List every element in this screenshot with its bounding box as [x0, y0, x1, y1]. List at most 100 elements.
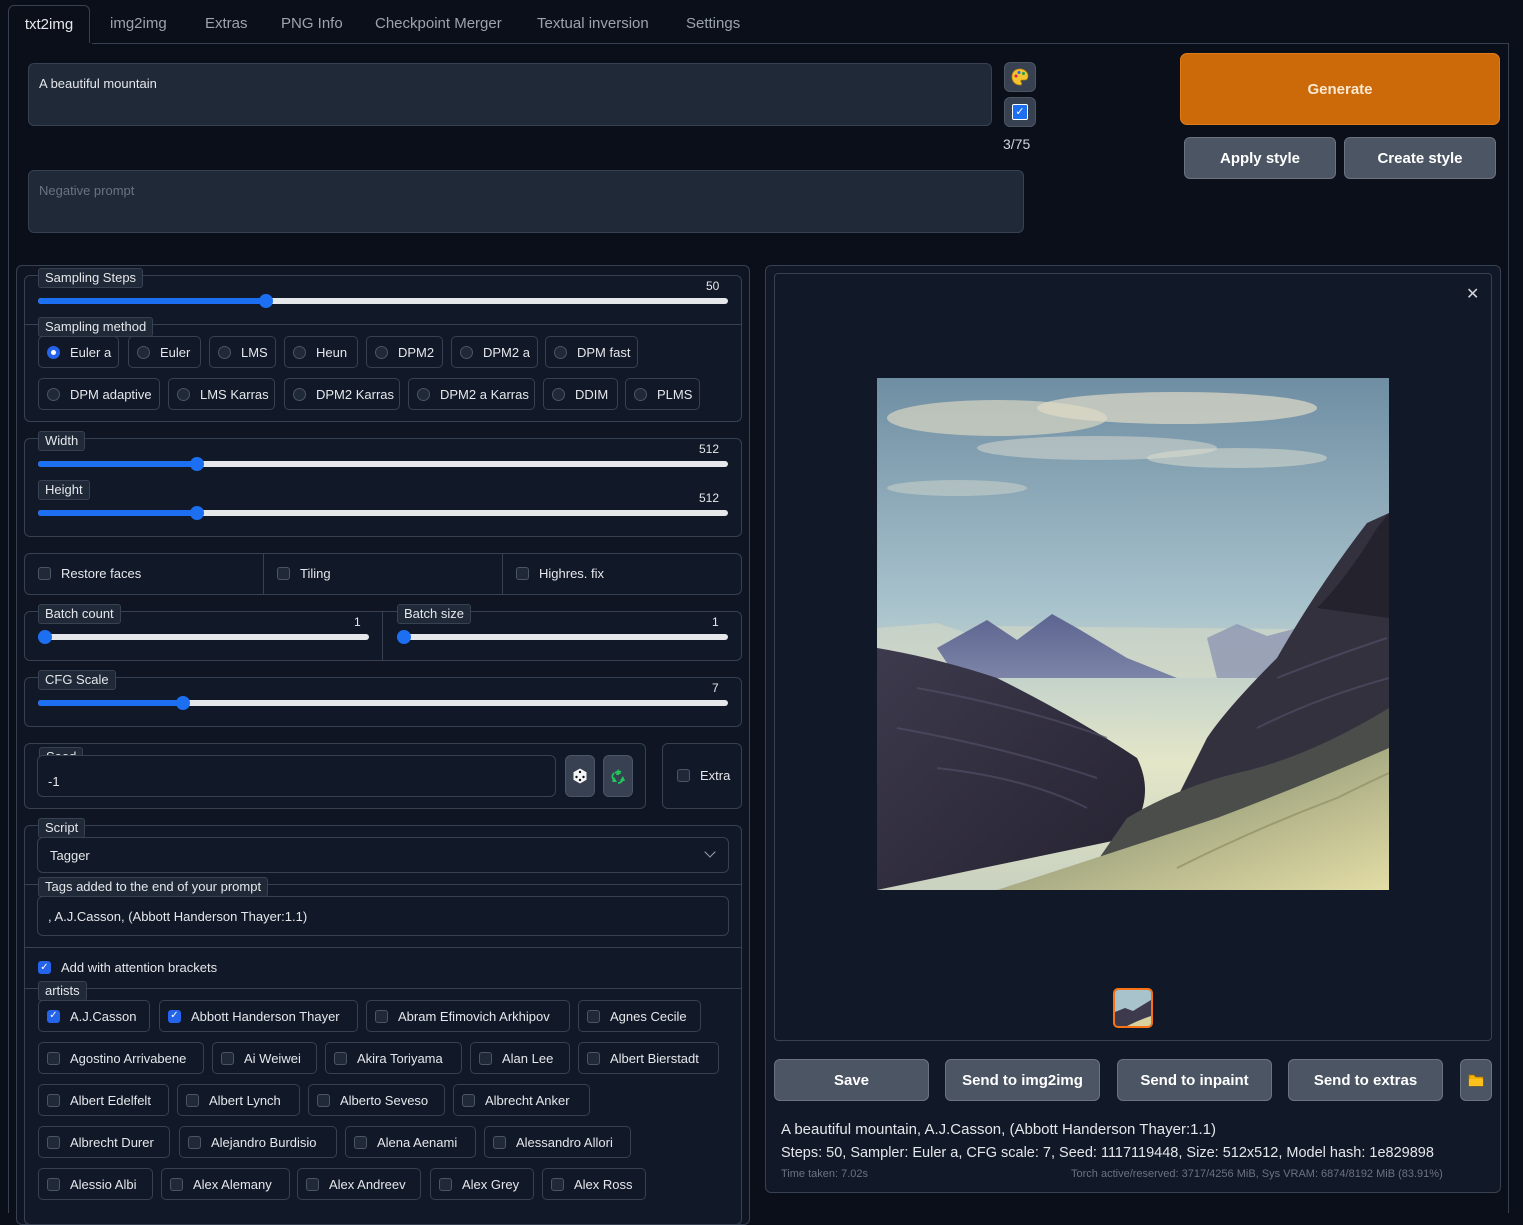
sampler-option-dpm2-karras[interactable]: DPM2 Karras: [284, 378, 400, 410]
close-icon[interactable]: ✕: [1466, 284, 1479, 304]
width-value[interactable]: 512: [699, 442, 719, 456]
negative-prompt-input[interactable]: Negative prompt: [28, 170, 1024, 233]
tab-txt2img[interactable]: txt2img: [8, 5, 90, 43]
artist-option[interactable]: Agostino Arrivabene: [38, 1042, 204, 1074]
reuse-seed-button[interactable]: [603, 755, 633, 797]
artist-option[interactable]: Alex Grey: [430, 1168, 534, 1200]
sampler-option-plms[interactable]: PLMS: [625, 378, 700, 410]
sampler-option-dpm2-a[interactable]: DPM2 a: [451, 336, 538, 368]
script-label: Script: [38, 818, 86, 838]
generated-image[interactable]: [877, 378, 1389, 890]
slider-handle[interactable]: [175, 696, 190, 710]
artist-option[interactable]: Albrecht Durer: [38, 1126, 170, 1158]
prompt-input[interactable]: A beautiful mountain: [28, 63, 992, 126]
artist-option[interactable]: Alan Lee: [470, 1042, 570, 1074]
send-to-extras-button[interactable]: Send to extras: [1288, 1059, 1443, 1101]
artist-option[interactable]: Alex Andreev: [297, 1168, 421, 1200]
artist-option[interactable]: Alex Ross: [542, 1168, 646, 1200]
paint-palette-button[interactable]: [1004, 62, 1036, 92]
height-slider[interactable]: [38, 506, 728, 520]
sampler-option-lms[interactable]: LMS: [209, 336, 276, 368]
gallery-thumbnail[interactable]: [1113, 988, 1153, 1028]
slider-handle[interactable]: [189, 506, 204, 520]
artist-option[interactable]: ✓ Abbott Handerson Thayer: [159, 1000, 358, 1032]
cfg-scale-slider[interactable]: [38, 696, 728, 710]
send-to-img2img-button[interactable]: Send to img2img: [945, 1059, 1100, 1101]
width-slider[interactable]: [38, 457, 728, 471]
styles-toggle-button[interactable]: ✓: [1004, 97, 1036, 127]
generate-button[interactable]: Generate: [1180, 53, 1500, 125]
artist-option[interactable]: Alberto Seveso: [308, 1084, 445, 1116]
artist-option[interactable]: Agnes Cecile: [578, 1000, 701, 1032]
tags-label: Tags added to the end of your prompt: [38, 877, 269, 897]
artist-option[interactable]: Albert Edelfelt: [38, 1084, 169, 1116]
checkbox-icon: [47, 1177, 60, 1191]
tab-img2img[interactable]: img2img: [110, 15, 167, 32]
sampling-steps-slider[interactable]: [38, 294, 728, 308]
batch-size-value[interactable]: 1: [712, 615, 719, 629]
random-seed-button[interactable]: [565, 755, 595, 797]
sampler-option-lms-karras[interactable]: LMS Karras: [168, 378, 275, 410]
checkbox-icon: [516, 567, 529, 580]
radio-icon: [137, 345, 150, 359]
sampler-option-ddim[interactable]: DDIM: [543, 378, 618, 410]
cfg-scale-value[interactable]: 7: [712, 681, 719, 695]
artist-option[interactable]: Akira Toriyama: [325, 1042, 462, 1074]
tiling-checkbox[interactable]: Tiling: [277, 566, 331, 581]
radio-selected-icon: [47, 345, 60, 359]
height-label: Height: [38, 480, 90, 500]
highres-fix-checkbox[interactable]: Highres. fix: [516, 566, 604, 581]
artist-option[interactable]: Alex Alemany: [161, 1168, 290, 1200]
slider-handle[interactable]: [396, 630, 411, 644]
save-button[interactable]: Save: [774, 1059, 929, 1101]
sampler-option-heun[interactable]: Heun: [284, 336, 358, 368]
vram-usage-text: Torch active/reserved: 3717/4256 MiB, Sy…: [1071, 1168, 1443, 1180]
extra-seed-checkbox[interactable]: Extra: [677, 768, 730, 783]
batch-count-slider[interactable]: [37, 630, 369, 644]
seed-input[interactable]: -1: [37, 755, 556, 797]
tab-textual-inversion[interactable]: Textual inversion: [537, 15, 649, 32]
slider-handle[interactable]: [258, 294, 273, 308]
chevron-down-icon: [704, 846, 716, 858]
script-select[interactable]: Tagger: [37, 837, 729, 873]
artist-option[interactable]: Alessandro Allori: [484, 1126, 631, 1158]
apply-style-button[interactable]: Apply style: [1184, 137, 1336, 179]
sampler-option-dpm-adaptive[interactable]: DPM adaptive: [38, 378, 160, 410]
tab-png-info[interactable]: PNG Info: [281, 15, 343, 32]
create-style-button[interactable]: Create style: [1344, 137, 1496, 179]
artist-option[interactable]: ✓ A.J.Casson: [38, 1000, 150, 1032]
sampling-method-label: Sampling method: [38, 317, 154, 337]
tags-input[interactable]: , A.J.Casson, (Abbott Handerson Thayer:1…: [37, 896, 729, 936]
tab-checkpoint-merger[interactable]: Checkpoint Merger: [375, 15, 502, 32]
sampling-steps-value[interactable]: 50: [706, 279, 719, 293]
sampler-option-euler[interactable]: Euler: [128, 336, 201, 368]
artist-option[interactable]: Albrecht Anker: [453, 1084, 590, 1116]
sampler-option-dpm2-a-karras[interactable]: DPM2 a Karras: [408, 378, 535, 410]
sampler-option-dpm-fast[interactable]: DPM fast: [545, 336, 638, 368]
artist-option[interactable]: Alena Aenami: [345, 1126, 476, 1158]
checkbox-icon: [375, 1009, 388, 1023]
tab-settings[interactable]: Settings: [686, 15, 740, 32]
sampler-option-dpm2[interactable]: DPM2: [366, 336, 443, 368]
tab-extras[interactable]: Extras: [205, 15, 248, 32]
batch-count-value[interactable]: 1: [354, 615, 361, 629]
restore-faces-checkbox[interactable]: Restore faces: [38, 566, 141, 581]
mountain-thumbnail-image: [1115, 990, 1151, 1026]
artist-option[interactable]: Alessio Albi: [38, 1168, 153, 1200]
open-folder-button[interactable]: [1460, 1059, 1492, 1101]
attention-brackets-checkbox[interactable]: ✓ Add with attention brackets: [38, 960, 217, 975]
artist-option[interactable]: Abram Efimovich Arkhipov: [366, 1000, 570, 1032]
artists-label: artists: [38, 981, 87, 1001]
sampler-option-euler-a[interactable]: Euler a: [38, 336, 119, 368]
artist-option[interactable]: Ai Weiwei: [212, 1042, 317, 1074]
height-value[interactable]: 512: [699, 491, 719, 505]
radio-icon: [293, 387, 306, 401]
slider-handle[interactable]: [189, 457, 204, 471]
checkbox-icon: [462, 1093, 475, 1107]
send-to-inpaint-button[interactable]: Send to inpaint: [1117, 1059, 1272, 1101]
artist-option[interactable]: Alejandro Burdisio: [179, 1126, 337, 1158]
artist-option[interactable]: Albert Lynch: [177, 1084, 300, 1116]
batch-size-slider[interactable]: [396, 630, 728, 644]
artist-option[interactable]: Albert Bierstadt: [578, 1042, 719, 1074]
slider-handle[interactable]: [37, 630, 52, 644]
